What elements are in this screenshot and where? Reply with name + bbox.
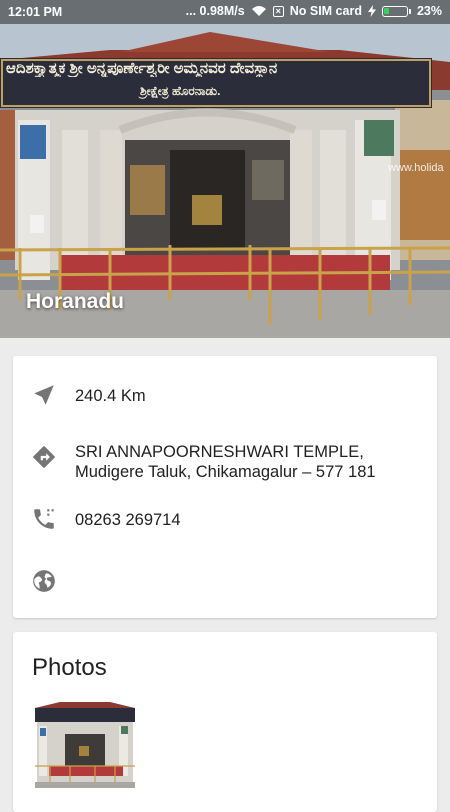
- directions-icon: [33, 446, 55, 468]
- address-line-2: Mudigere Taluk, Chikamagalur – 577 181: [75, 463, 376, 481]
- photos-title: Photos: [32, 654, 107, 681]
- address-text: SRI ANNAPOORNESHWARI TEMPLE, Mudigere Ta…: [75, 442, 376, 482]
- sim-status: No SIM card: [289, 4, 362, 18]
- temple-thumbnail-image: [35, 694, 135, 794]
- battery-icon: [381, 5, 411, 17]
- signboard-line-1: ಆದಿಶಕ್ತ್ಯಾತ್ಮಕ ಶ್ರೀ ಅನ್ನಪೂರ್ಣೇಶ್ವರೀ ಅಮ್ಮ…: [6, 60, 278, 77]
- wifi-icon: [251, 6, 266, 16]
- battery-percent: 23%: [416, 4, 442, 18]
- phone-text: 08263 269714: [75, 511, 181, 529]
- network-speed: ... 0.98M/s: [185, 4, 245, 18]
- photos-card: Photos: [13, 632, 437, 812]
- no-sim-icon: ×: [272, 5, 284, 17]
- status-time: 12:01 PM: [8, 5, 63, 19]
- phone-icon: [34, 509, 54, 529]
- navigation-arrow-icon: [34, 385, 54, 405]
- place-title: Horanadu: [26, 290, 125, 313]
- charging-icon: [367, 5, 376, 17]
- status-bar: 12:01 PM ... 0.98M/s × No SIM card 23%: [0, 0, 450, 24]
- watermark: www.holida: [388, 162, 444, 174]
- address-line-1: SRI ANNAPOORNESHWARI TEMPLE,: [75, 443, 364, 461]
- distance-text: 240.4 Km: [75, 387, 146, 405]
- signboard-line-2: ಶ್ರೀಕ್ಷೇತ್ರ ಹೊರನಾಡು.: [140, 84, 221, 98]
- photo-thumbnail[interactable]: [35, 694, 135, 794]
- temple-photo: [0, 0, 450, 338]
- hero-image: ಆದಿಶಕ್ತ್ಯಾತ್ಮಕ ಶ್ರೀ ಅನ್ನಪೂರ್ಣೇಶ್ವರೀ ಅಮ್ಮ…: [0, 0, 450, 338]
- details-card: 240.4 Km SRI ANNAPOORNESHWARI TEMPLE, Mu…: [13, 356, 437, 618]
- globe-icon: [33, 570, 55, 592]
